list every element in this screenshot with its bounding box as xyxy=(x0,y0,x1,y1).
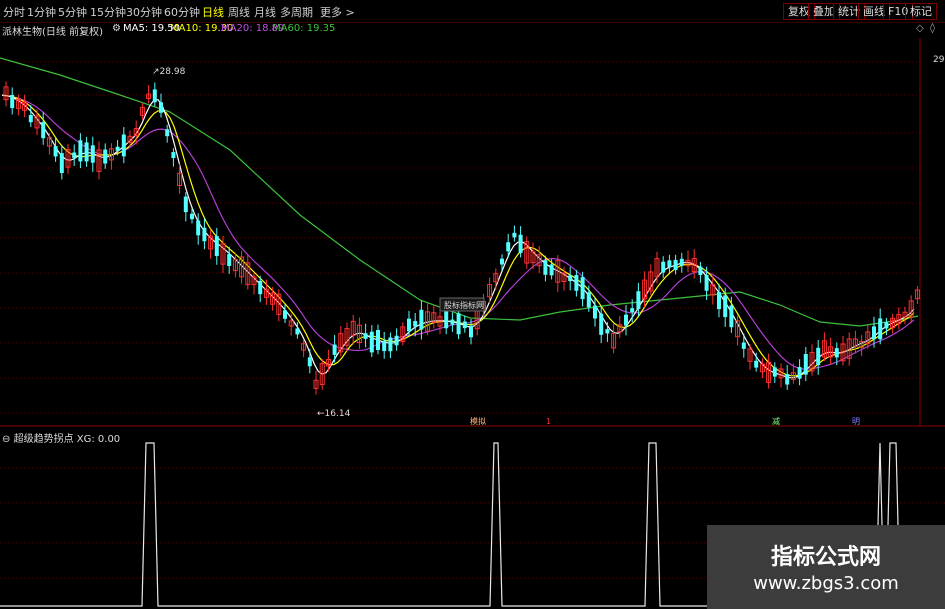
candle-body-down xyxy=(698,266,703,276)
candle-body-down xyxy=(53,146,58,157)
candle-body-down xyxy=(152,89,157,103)
candle-body-down xyxy=(190,213,194,220)
candle-body-down xyxy=(183,196,188,213)
candle-body-down xyxy=(363,333,368,339)
candle-body-down xyxy=(103,149,108,164)
candle-body-down xyxy=(332,344,337,355)
candle-body-down xyxy=(500,258,504,265)
candle-body-down xyxy=(382,340,387,352)
candle-body-down xyxy=(407,318,411,332)
candle-body-down xyxy=(41,122,46,139)
candle-body-down xyxy=(388,337,393,352)
candle-body-down xyxy=(121,134,126,157)
candle-body-down xyxy=(729,305,734,328)
overlay-label: 股标指标网 xyxy=(444,300,484,310)
candle-body-down xyxy=(202,227,207,242)
candle-body-down xyxy=(667,260,672,268)
candle-body-down xyxy=(84,142,89,162)
candle-body-down xyxy=(227,254,232,266)
candle-body-down xyxy=(574,275,579,291)
candle-body-down xyxy=(214,236,219,257)
sub-chart-title-text: 超级趋势拐点 XG: 0.00 xyxy=(13,434,121,445)
candle-body-down xyxy=(797,367,802,379)
candle-body-down xyxy=(369,331,374,353)
candle-body-down xyxy=(679,258,684,266)
candle-body-down xyxy=(394,335,399,346)
event-label: 模拟 xyxy=(470,416,486,426)
candle-body-down xyxy=(258,280,263,295)
candle-body-down xyxy=(512,232,517,238)
candle-body-down xyxy=(171,152,176,159)
candle-body-down xyxy=(159,102,163,113)
candle-body-down xyxy=(872,326,876,340)
candle-body-down xyxy=(630,308,635,313)
ma5-path xyxy=(1,94,915,379)
candlesticks xyxy=(3,81,920,395)
candle-body-down xyxy=(115,146,120,151)
event-label: 明 xyxy=(852,417,860,426)
candle-body-down xyxy=(549,264,554,276)
watermark-url: www.zbgs3.com xyxy=(753,573,899,594)
ma60-line xyxy=(0,57,919,327)
candle-body-down xyxy=(593,305,597,319)
candle-body-down xyxy=(884,322,889,329)
candle-body-down xyxy=(444,311,449,329)
candle-body-down xyxy=(785,374,790,385)
candle-body-down xyxy=(295,328,300,335)
candle-body-down xyxy=(28,115,33,123)
candle-body-down xyxy=(723,295,728,318)
candle-body-down xyxy=(636,291,641,309)
watermark-title: 指标公式网 xyxy=(770,545,881,570)
ma5-line xyxy=(1,94,915,379)
chart-labels: ↗28.98 ←16.14 股标指标网 29 模拟 1 减 明 xyxy=(152,55,945,426)
candle-body-down xyxy=(78,140,83,162)
candle-body-down xyxy=(450,319,455,325)
candle-body-down xyxy=(72,152,77,159)
candle-body-down xyxy=(673,259,678,270)
candle-body-down xyxy=(283,310,287,319)
candle-body-down xyxy=(307,357,312,367)
candle-body-down xyxy=(10,94,15,109)
candle-body-down xyxy=(717,292,721,310)
event-label: 1 xyxy=(546,417,551,426)
candle-body-down xyxy=(165,129,170,137)
sub-chart-title: ⊖ 超级趋势拐点 XG: 0.00 xyxy=(2,430,120,445)
low-price-label: ←16.14 xyxy=(317,409,351,419)
candle-body-down xyxy=(834,348,839,358)
candle-body-down xyxy=(196,220,201,236)
candle-body-down xyxy=(741,342,746,349)
candle-body-down xyxy=(90,145,95,163)
candle-body-down xyxy=(59,153,64,174)
candle-body-down xyxy=(376,329,380,350)
candle-body-down xyxy=(803,354,808,375)
candle-body-down xyxy=(462,321,467,329)
candle-body-down xyxy=(413,321,418,327)
candle-body-down xyxy=(624,314,628,326)
candle-body-down xyxy=(878,318,883,340)
price-chart: ↗28.98 ←16.14 股标指标网 29 模拟 1 减 明 xyxy=(0,38,945,607)
candle-body-down xyxy=(506,242,511,252)
candle-body-down xyxy=(419,309,424,330)
candle-body-down xyxy=(543,260,548,275)
candle-body-down xyxy=(568,275,573,282)
right-axis-value: 29 xyxy=(933,55,945,65)
candle-body-down xyxy=(754,360,759,368)
ma60-path xyxy=(0,57,919,327)
candle-body-down xyxy=(586,292,591,308)
high-price-label: ↗28.98 xyxy=(152,67,186,77)
candle-body-down xyxy=(599,313,604,335)
candle-body-down xyxy=(580,277,585,300)
candle-body-down xyxy=(456,313,461,335)
candle-body-down xyxy=(661,261,666,273)
event-label: 减 xyxy=(772,416,780,426)
watermark: 指标公式网 www.zbgs3.com xyxy=(707,525,945,609)
candle-body-down xyxy=(469,325,473,338)
candle-body-down xyxy=(772,367,777,377)
sub-chart-toggle-icon[interactable]: ⊖ xyxy=(2,434,10,445)
candle-body-down xyxy=(605,329,610,334)
candle-body-down xyxy=(518,234,523,253)
candle-body-down xyxy=(816,347,821,365)
candle-body-down xyxy=(704,274,709,291)
